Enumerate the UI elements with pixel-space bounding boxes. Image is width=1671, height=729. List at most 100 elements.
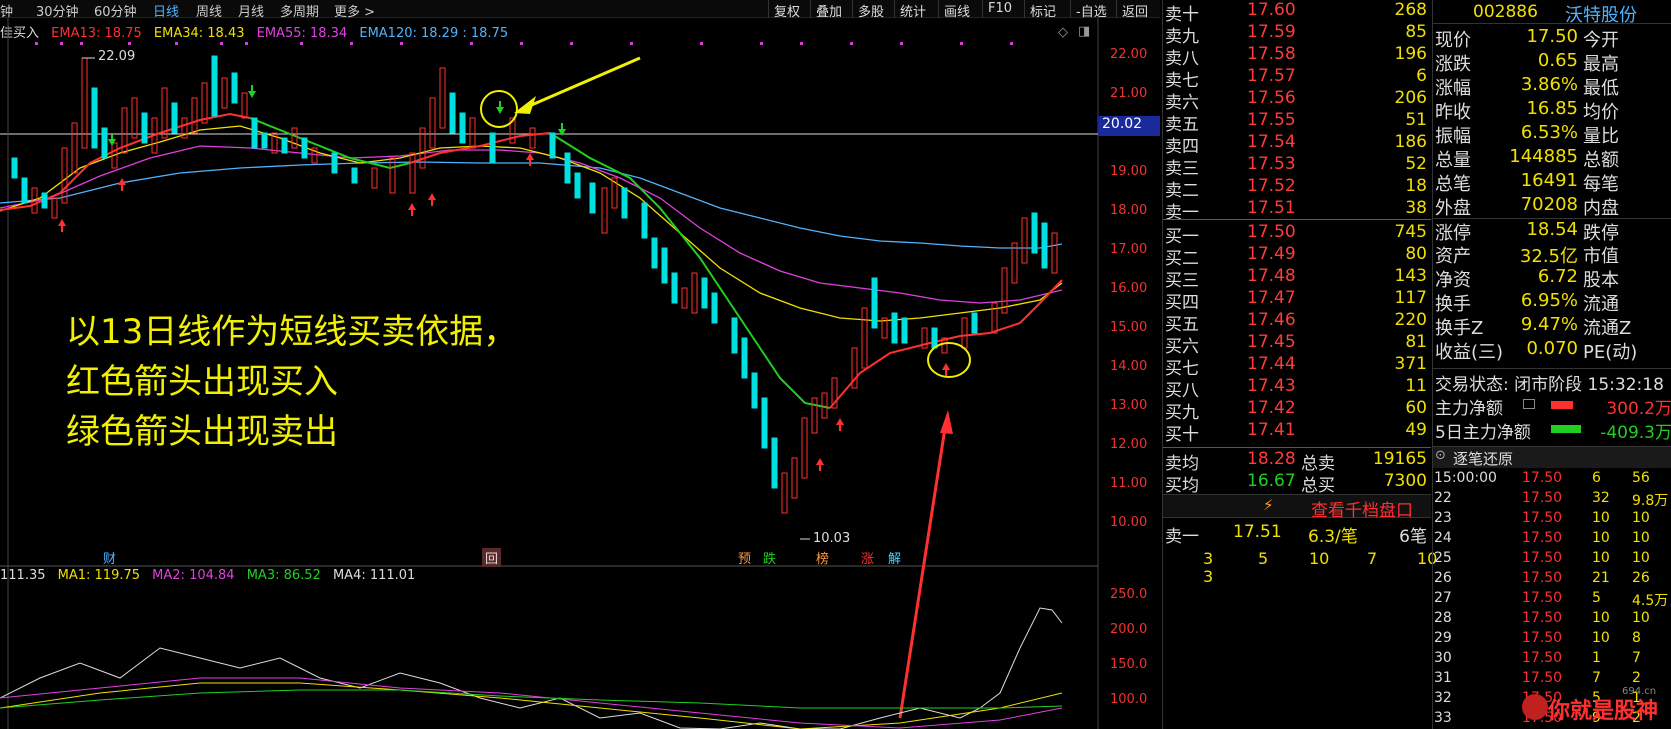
ticks-header[interactable]: ⊙ 逐笔还原 — [1433, 446, 1671, 468]
view-thousand-bar[interactable]: ⚡ 查看千档盘口 — [1163, 494, 1431, 521]
tick-volume: 6 — [1592, 470, 1601, 486]
level-price: 17.47 — [1247, 288, 1296, 308]
marker-finance[interactable]: 财 — [100, 548, 119, 567]
marker-buyback[interactable]: 回 — [482, 548, 502, 567]
multi-stock-button[interactable]: 多股 — [852, 0, 889, 20]
sell-level-row[interactable]: 卖七 17.57 6 — [1163, 66, 1431, 91]
ema120-line — [0, 161, 1063, 249]
tick-price: 17.50 — [1522, 550, 1563, 566]
quote-value: 0.65 — [1537, 50, 1578, 71]
marker-rise[interactable]: 涨 — [858, 548, 877, 567]
back-button[interactable]: 返回 — [1116, 0, 1153, 20]
axis-tick: 15.00 — [1110, 320, 1148, 335]
queue-item: 3 — [1203, 549, 1214, 568]
signal-dots — [35, 42, 1013, 45]
queue-item: 10 — [1309, 549, 1330, 568]
tick-time: 22 — [1434, 490, 1452, 506]
axis-tick: 10.00 — [1110, 515, 1148, 530]
marker-unlock[interactable]: 解 — [885, 548, 904, 567]
level-volume: 18 — [1405, 176, 1427, 196]
level-price: 17.50 — [1247, 222, 1296, 242]
tick-extra: 10 — [1632, 530, 1650, 546]
level-price: 17.44 — [1247, 354, 1296, 374]
sell-level-row[interactable]: 卖四 17.54 186 — [1163, 132, 1431, 157]
mark-button[interactable]: 标记 — [1024, 0, 1061, 20]
buy-level-row[interactable]: 买七 17.44 371 — [1163, 354, 1431, 379]
marker-list[interactable]: 榜 — [813, 548, 832, 567]
tick-time: 23 — [1434, 510, 1452, 526]
ma2-label: MA2: 104.84 — [152, 568, 235, 583]
quote-key2: 最高 — [1583, 54, 1619, 75]
buy-level-row[interactable]: 买十 17.41 49 — [1163, 420, 1431, 445]
view-thousand-link[interactable]: 查看千档盘口 — [1311, 496, 1413, 521]
sell-level-row[interactable]: 卖三 17.53 52 — [1163, 154, 1431, 179]
ema55-line — [0, 145, 1063, 304]
marker-drop[interactable]: 跌 — [760, 548, 779, 567]
sell-one-label: 卖一 — [1165, 527, 1199, 547]
level-volume: 206 — [1394, 88, 1427, 108]
buy-level-row[interactable]: 买三 17.48 143 — [1163, 266, 1431, 291]
ma3-label: MA3: 86.52 — [246, 568, 321, 583]
red-pointer-arrow — [898, 427, 947, 719]
tick-row: 29 17.50 10 8 — [1432, 630, 1671, 650]
overlay-button[interactable]: 叠加 — [810, 0, 847, 20]
buy-level-row[interactable]: 买五 17.46 220 — [1163, 310, 1431, 335]
quote-key: 涨幅 — [1435, 78, 1471, 99]
sell-level-row[interactable]: 卖五 17.55 51 — [1163, 110, 1431, 135]
tick-row: 22 17.50 32 9.8万 — [1432, 490, 1671, 510]
list-icon[interactable] — [1523, 399, 1535, 409]
buy-level-row[interactable]: 买九 17.42 60 — [1163, 398, 1431, 423]
quote-key: 总量 — [1435, 150, 1471, 171]
sub-axis-tick: 250.0 — [1110, 587, 1148, 602]
lightning-icon: ⚡ — [1263, 496, 1274, 514]
tick-price: 17.50 — [1522, 610, 1563, 626]
quote-key2: 流通 — [1583, 294, 1619, 315]
buy-level-row[interactable]: 买二 17.49 80 — [1163, 244, 1431, 269]
draw-line-button[interactable]: 画线 — [938, 0, 975, 20]
quote-value: 6.53% — [1520, 122, 1578, 143]
marker-forecast[interactable]: 预 — [735, 548, 754, 567]
sell-level-row[interactable]: 卖二 17.52 18 — [1163, 176, 1431, 201]
level-volume: 220 — [1394, 310, 1427, 330]
buy-level-row[interactable]: 买四 17.47 117 — [1163, 288, 1431, 313]
buy-level-row[interactable]: 买六 17.45 81 — [1163, 332, 1431, 357]
tick-time: 30 — [1434, 650, 1452, 666]
f10-button[interactable]: F10 — [982, 0, 1017, 18]
ma1-label: MA1: 119.75 — [57, 568, 141, 583]
tick-extra: 4.5万 — [1632, 593, 1669, 609]
axis-tick: 21.00 — [1110, 86, 1148, 101]
sell-one-count: 6笔 — [1399, 527, 1427, 547]
tick-time: 32 — [1434, 690, 1452, 706]
remove-watchlist-button[interactable]: -自选 — [1070, 0, 1112, 20]
sell-level-row[interactable]: 卖八 17.58 196 — [1163, 44, 1431, 69]
stats-button[interactable]: 统计 — [894, 0, 931, 20]
main-net-label: 主力净额 — [1435, 399, 1503, 419]
quote-value: 6.72 — [1537, 266, 1578, 287]
level-volume: 80 — [1405, 244, 1427, 264]
level-volume: 117 — [1394, 288, 1427, 308]
quote-row: 收益(三) 0.070 PE(动) — [1433, 338, 1671, 363]
buy-level-row[interactable]: 买一 17.50 745 — [1163, 222, 1431, 247]
sell-one-price: 17.51 — [1233, 522, 1282, 542]
collapse-icon[interactable]: ⊙ — [1435, 448, 1446, 463]
level-volume: 52 — [1405, 154, 1427, 174]
tick-row: 28 17.50 10 10 — [1432, 610, 1671, 630]
restore-right-button[interactable]: 复权 — [768, 0, 805, 20]
buy-level-row[interactable]: 买八 17.43 11 — [1163, 376, 1431, 401]
tick-extra: 2 — [1632, 670, 1641, 686]
sell-level-row[interactable]: 卖十 17.60 268 — [1163, 0, 1431, 25]
sell-level-row[interactable]: 卖九 17.59 85 — [1163, 22, 1431, 47]
sell-level-row[interactable]: 卖六 17.56 206 — [1163, 88, 1431, 113]
axis-tick: 12.00 — [1110, 437, 1148, 452]
avg-sell-row: 卖均 18.28 总卖 19165 — [1163, 449, 1431, 474]
quote-row: 总量 144885 总额 — [1433, 146, 1671, 171]
axis-tick: 19.00 — [1110, 164, 1148, 179]
tick-extra: 8 — [1632, 630, 1641, 646]
tick-row: 15:00:00 17.50 6 56 — [1432, 470, 1671, 490]
main-net-bar — [1551, 401, 1573, 409]
tick-row: 25 17.50 10 10 — [1432, 550, 1671, 570]
tick-volume: 10 — [1592, 530, 1610, 546]
quote-row: 昨收 16.85 均价 — [1433, 98, 1671, 123]
quote-row: 资产 32.5亿 市值 — [1433, 242, 1671, 267]
sub-line-white — [0, 607, 1063, 729]
